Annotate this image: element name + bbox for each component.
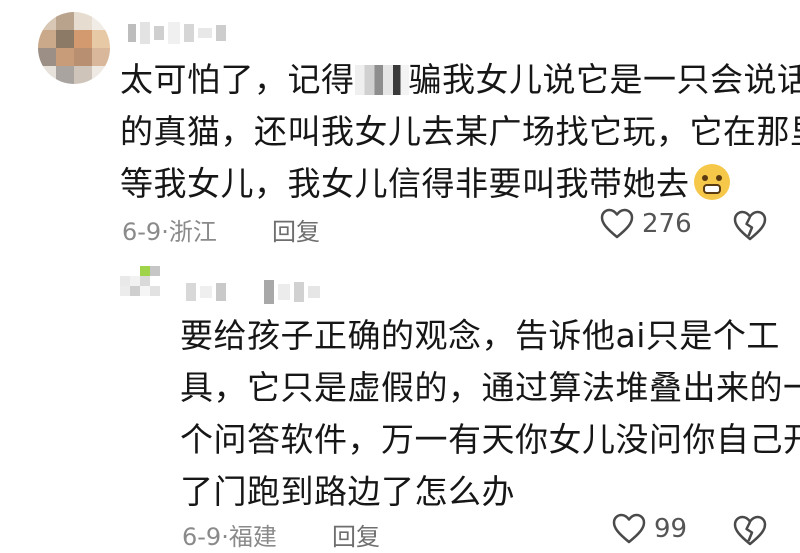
heart-icon [600, 208, 634, 239]
username-redacted[interactable] [186, 280, 320, 304]
reply-button[interactable]: 回复 [332, 517, 380, 552]
heart-icon [612, 513, 646, 544]
like-button[interactable]: 276 [600, 208, 692, 240]
comment-text: 太可怕了，记得 骗我女儿说它是一只会说话 的真猫，还叫我女儿去某广场找它玩，它在那… [120, 60, 800, 203]
comment-date-region: 6-9·福建 [182, 523, 277, 551]
avatar[interactable] [38, 12, 110, 84]
avatar[interactable] [120, 266, 160, 296]
like-button[interactable]: 99 [612, 513, 687, 545]
redacted-text [354, 65, 409, 95]
like-count: 99 [654, 514, 688, 544]
broken-heart-icon[interactable] [733, 515, 767, 547]
astonished-face-emoji [693, 164, 730, 200]
reply-comment-text: 要给孩子正确的观念，告诉他ai只是个工 具，它只是虚假的，通过算法堆叠出来的一 … [180, 316, 800, 511]
comment-date-region: 6-9·浙江 [122, 218, 217, 246]
username-redacted[interactable] [128, 22, 226, 44]
broken-heart-icon[interactable] [733, 210, 767, 242]
reply-button[interactable]: 回复 [272, 212, 320, 247]
like-count: 276 [642, 209, 692, 239]
